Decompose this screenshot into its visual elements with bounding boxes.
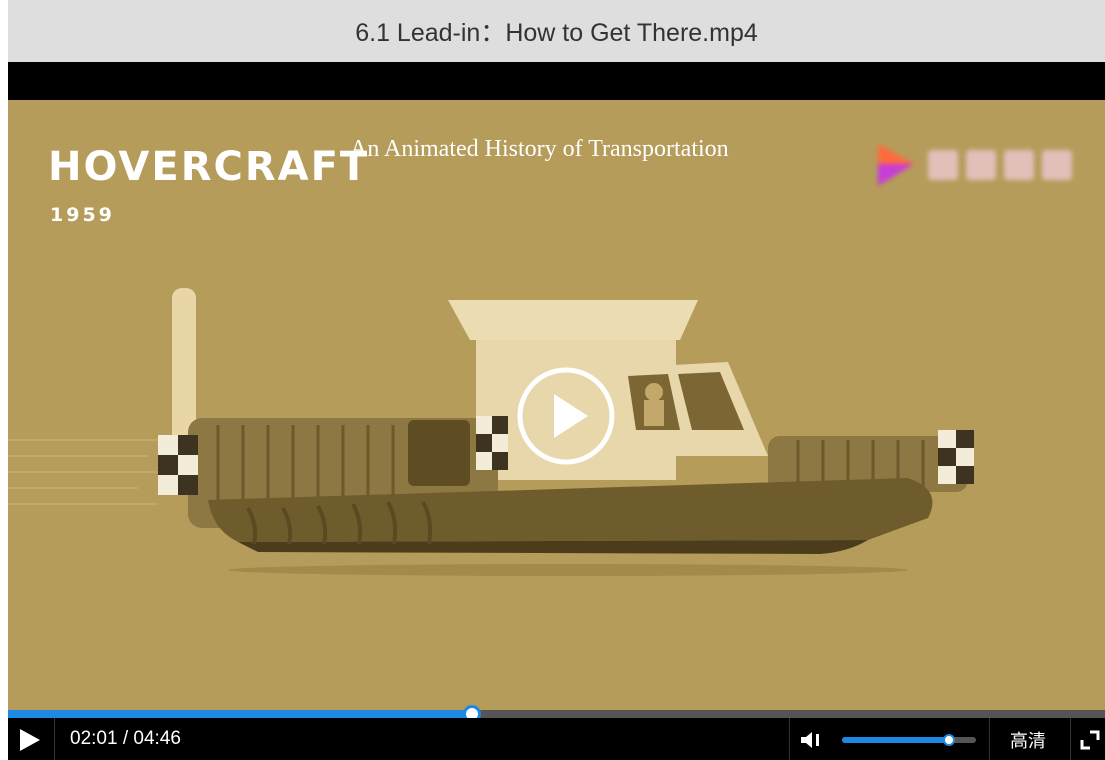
volume-icon[interactable] [800,730,826,750]
funnel-top [448,300,698,340]
control-divider [789,718,790,760]
time-readout: 02:01 / 04:46 [70,728,181,749]
control-divider [54,718,55,760]
fullscreen-icon[interactable] [1080,730,1100,750]
control-divider [1070,718,1071,760]
checker-mid [476,416,508,470]
play-circle-icon[interactable] [514,364,618,468]
page: 6.1 Lead-in：How to Get There.mp4 HOVERCR… [0,0,1105,760]
seek-bar[interactable] [8,705,1105,723]
play-icon[interactable] [14,726,44,754]
video-frame[interactable]: HOVERCRAFT 1959 An Animated History of T… [8,100,1105,710]
checker-right [938,430,974,484]
control-divider [989,718,990,760]
volume-slider[interactable] [842,734,976,746]
video-headline: HOVERCRAFT [48,144,370,190]
video-title-bar: 6.1 Lead-in：How to Get There.mp4 [8,0,1105,62]
speed-lines [8,439,158,505]
volume-handle[interactable] [943,734,956,746]
quality-button[interactable]: 高清 [1010,727,1046,753]
video-player[interactable]: HOVERCRAFT 1959 An Animated History of T… [8,62,1105,760]
video-headline-year: 1959 [50,204,115,226]
checker-left [158,435,198,495]
hull-shadow [228,564,908,576]
volume-level [842,737,950,743]
player-controls: 02:01 / 04:46 高清 [8,718,1105,760]
video-title: 6.1 Lead-in：How to Get There.mp4 [355,19,758,47]
video-platform-logo-icon [878,144,1072,186]
video-overlay-title: An Animated History of Transportation [350,136,729,162]
seek-bar-played [8,710,473,718]
